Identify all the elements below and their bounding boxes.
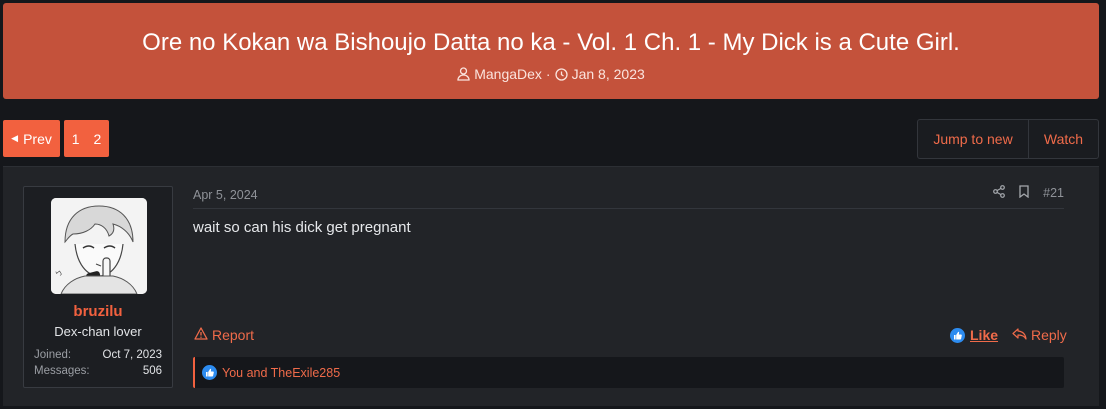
report-label: Report [212,327,255,343]
prev-page-button[interactable]: ◀ Prev [3,120,60,157]
share-icon[interactable] [993,185,1006,201]
page-link-2[interactable]: 2 [94,131,102,147]
thumbs-up-icon [950,327,965,343]
thumbs-up-icon [202,365,217,380]
user-info: ㄅ bruzilu Dex-chan lover Joined: Oct 7, … [23,186,173,388]
thread-date[interactable]: Jan 8, 2023 [572,65,645,83]
like-button[interactable]: Like [950,327,998,343]
meta-separator: · [545,66,551,82]
jump-to-new-button[interactable]: Jump to new [918,120,1029,158]
post-number[interactable]: #21 [1043,186,1064,200]
joined-value: Oct 7, 2023 [102,349,162,361]
stat-joined: Joined: Oct 7, 2023 [34,349,162,361]
bookmark-icon[interactable] [1019,185,1029,201]
stat-messages: Messages: 506 [34,365,162,377]
messages-label: Messages: [34,365,90,377]
post-date[interactable]: Apr 5, 2024 [193,188,258,202]
avatar[interactable]: ㄅ [51,198,147,294]
messages-value[interactable]: 506 [143,365,162,377]
user-icon [457,67,470,81]
reactions-text[interactable]: You and TheExile285 [222,366,340,380]
post: ㄅ bruzilu Dex-chan lover Joined: Oct 7, … [3,166,1099,406]
post-tools: #21 [993,185,1064,201]
prev-label: Prev [23,130,52,147]
watch-button[interactable]: Watch [1029,120,1098,158]
reply-icon [1012,327,1027,343]
post-body: wait so can his dick get pregnant [193,219,411,236]
thread-header: Ore no Kokan wa Bishoujo Datta no ka - V… [3,3,1099,99]
page-links: 1 2 [64,120,109,157]
thread-actions: Jump to new Watch [917,119,1099,159]
clock-icon [554,67,568,81]
thread-title: Ore no Kokan wa Bishoujo Datta no ka - V… [142,29,960,56]
post-divider [193,208,1064,209]
warning-icon [194,327,208,343]
thread-meta: MangaDex · Jan 8, 2023 [3,65,1099,83]
username[interactable]: bruzilu [24,303,172,320]
reactions-bar[interactable]: You and TheExile285 [193,357,1064,388]
user-title: Dex-chan lover [54,324,142,339]
caret-left-icon: ◀ [11,133,19,143]
like-label: Like [970,327,999,343]
reply-button[interactable]: Reply [1012,327,1067,343]
reply-label: Reply [1031,327,1067,343]
page-link-1[interactable]: 1 [72,131,80,147]
thread-author[interactable]: MangaDex [474,65,542,83]
report-button[interactable]: Report [194,327,254,343]
joined-label: Joined: [34,349,72,361]
